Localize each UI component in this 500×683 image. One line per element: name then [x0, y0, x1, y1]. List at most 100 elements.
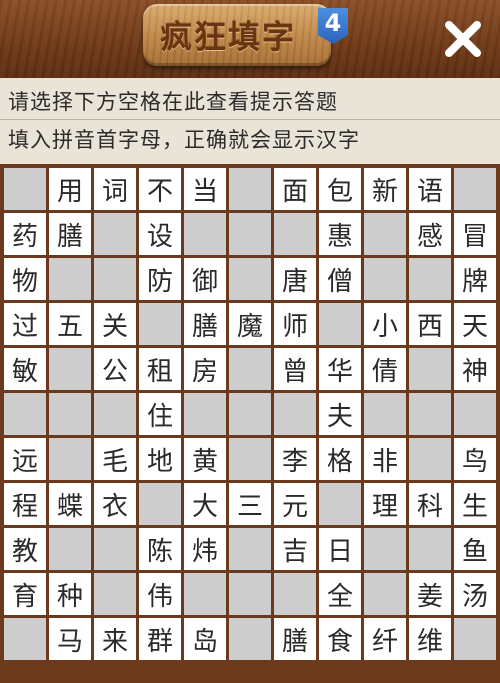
grid-cell-filled[interactable]: 惠: [319, 213, 361, 255]
grid-cell-blank[interactable]: [229, 573, 271, 615]
grid-cell-blank[interactable]: [454, 618, 496, 660]
grid-cell-filled[interactable]: 吉: [274, 528, 316, 570]
grid-cell-blank[interactable]: [94, 528, 136, 570]
grid-cell-blank[interactable]: [94, 258, 136, 300]
grid-cell-filled[interactable]: 育: [4, 573, 46, 615]
grid-cell-filled[interactable]: 非: [364, 438, 406, 480]
grid-cell-filled[interactable]: 物: [4, 258, 46, 300]
grid-cell-filled[interactable]: 小: [364, 303, 406, 345]
grid-cell-blank[interactable]: [229, 618, 271, 660]
grid-cell-filled[interactable]: 食: [319, 618, 361, 660]
grid-cell-filled[interactable]: 纤: [364, 618, 406, 660]
grid-cell-filled[interactable]: 教: [4, 528, 46, 570]
grid-cell-filled[interactable]: 牌: [454, 258, 496, 300]
grid-cell-filled[interactable]: 住: [139, 393, 181, 435]
grid-cell-filled[interactable]: 华: [319, 348, 361, 390]
grid-cell-filled[interactable]: 面: [274, 168, 316, 210]
grid-cell-filled[interactable]: 御: [184, 258, 226, 300]
grid-cell-filled[interactable]: 公: [94, 348, 136, 390]
grid-cell-filled[interactable]: 远: [4, 438, 46, 480]
grid-cell-filled[interactable]: 曾: [274, 348, 316, 390]
grid-cell-blank[interactable]: [364, 528, 406, 570]
grid-cell-filled[interactable]: 包: [319, 168, 361, 210]
grid-cell-blank[interactable]: [364, 213, 406, 255]
grid-cell-filled[interactable]: 岛: [184, 618, 226, 660]
grid-cell-filled[interactable]: 种: [49, 573, 91, 615]
grid-cell-filled[interactable]: 维: [409, 618, 451, 660]
grid-cell-blank[interactable]: [229, 393, 271, 435]
grid-cell-filled[interactable]: 蝶: [49, 483, 91, 525]
grid-cell-filled[interactable]: 来: [94, 618, 136, 660]
grid-cell-filled[interactable]: 新: [364, 168, 406, 210]
grid-cell-blank[interactable]: [49, 393, 91, 435]
grid-cell-filled[interactable]: 夫: [319, 393, 361, 435]
grid-cell-filled[interactable]: 当: [184, 168, 226, 210]
grid-cell-blank[interactable]: [229, 348, 271, 390]
grid-cell-blank[interactable]: [229, 528, 271, 570]
grid-cell-filled[interactable]: 姜: [409, 573, 451, 615]
grid-cell-filled[interactable]: 全: [319, 573, 361, 615]
grid-cell-blank[interactable]: [49, 438, 91, 480]
grid-cell-filled[interactable]: 不: [139, 168, 181, 210]
grid-cell-filled[interactable]: 防: [139, 258, 181, 300]
grid-cell-blank[interactable]: [229, 258, 271, 300]
grid-cell-filled[interactable]: 词: [94, 168, 136, 210]
grid-cell-blank[interactable]: [409, 348, 451, 390]
grid-cell-filled[interactable]: 过: [4, 303, 46, 345]
grid-cell-blank[interactable]: [319, 483, 361, 525]
grid-cell-filled[interactable]: 倩: [364, 348, 406, 390]
grid-cell-blank[interactable]: [49, 348, 91, 390]
grid-cell-filled[interactable]: 地: [139, 438, 181, 480]
grid-cell-blank[interactable]: [454, 393, 496, 435]
grid-cell-blank[interactable]: [364, 258, 406, 300]
grid-cell-filled[interactable]: 天: [454, 303, 496, 345]
grid-cell-filled[interactable]: 药: [4, 213, 46, 255]
grid-cell-blank[interactable]: [364, 573, 406, 615]
grid-cell-blank[interactable]: [4, 618, 46, 660]
grid-cell-blank[interactable]: [364, 393, 406, 435]
grid-cell-filled[interactable]: 关: [94, 303, 136, 345]
grid-cell-filled[interactable]: 膳: [184, 303, 226, 345]
grid-cell-filled[interactable]: 格: [319, 438, 361, 480]
grid-cell-blank[interactable]: [4, 168, 46, 210]
grid-cell-filled[interactable]: 师: [274, 303, 316, 345]
grid-cell-filled[interactable]: 唐: [274, 258, 316, 300]
grid-cell-blank[interactable]: [49, 258, 91, 300]
grid-cell-blank[interactable]: [229, 213, 271, 255]
grid-cell-blank[interactable]: [409, 258, 451, 300]
grid-cell-filled[interactable]: 陈: [139, 528, 181, 570]
grid-cell-blank[interactable]: [229, 438, 271, 480]
grid-cell-filled[interactable]: 毛: [94, 438, 136, 480]
grid-cell-filled[interactable]: 感: [409, 213, 451, 255]
grid-cell-filled[interactable]: 敏: [4, 348, 46, 390]
grid-cell-filled[interactable]: 神: [454, 348, 496, 390]
grid-cell-blank[interactable]: [409, 393, 451, 435]
grid-cell-blank[interactable]: [139, 483, 181, 525]
grid-cell-filled[interactable]: 程: [4, 483, 46, 525]
grid-cell-filled[interactable]: 膳: [274, 618, 316, 660]
grid-cell-filled[interactable]: 日: [319, 528, 361, 570]
grid-cell-filled[interactable]: 汤: [454, 573, 496, 615]
grid-cell-blank[interactable]: [184, 393, 226, 435]
grid-cell-filled[interactable]: 语: [409, 168, 451, 210]
grid-cell-blank[interactable]: [94, 393, 136, 435]
grid-cell-blank[interactable]: [49, 528, 91, 570]
grid-cell-filled[interactable]: 群: [139, 618, 181, 660]
grid-cell-blank[interactable]: [409, 438, 451, 480]
grid-cell-filled[interactable]: 大: [184, 483, 226, 525]
grid-cell-filled[interactable]: 租: [139, 348, 181, 390]
grid-cell-filled[interactable]: 膳: [49, 213, 91, 255]
grid-cell-blank[interactable]: [94, 573, 136, 615]
grid-cell-blank[interactable]: [139, 303, 181, 345]
grid-cell-blank[interactable]: [274, 573, 316, 615]
grid-cell-filled[interactable]: 伟: [139, 573, 181, 615]
grid-cell-filled[interactable]: 僧: [319, 258, 361, 300]
grid-cell-blank[interactable]: [319, 303, 361, 345]
grid-cell-filled[interactable]: 五: [49, 303, 91, 345]
grid-cell-blank[interactable]: [409, 528, 451, 570]
grid-cell-blank[interactable]: [274, 393, 316, 435]
grid-cell-filled[interactable]: 衣: [94, 483, 136, 525]
grid-cell-filled[interactable]: 鸟: [454, 438, 496, 480]
grid-cell-filled[interactable]: 黄: [184, 438, 226, 480]
grid-cell-filled[interactable]: 用: [49, 168, 91, 210]
